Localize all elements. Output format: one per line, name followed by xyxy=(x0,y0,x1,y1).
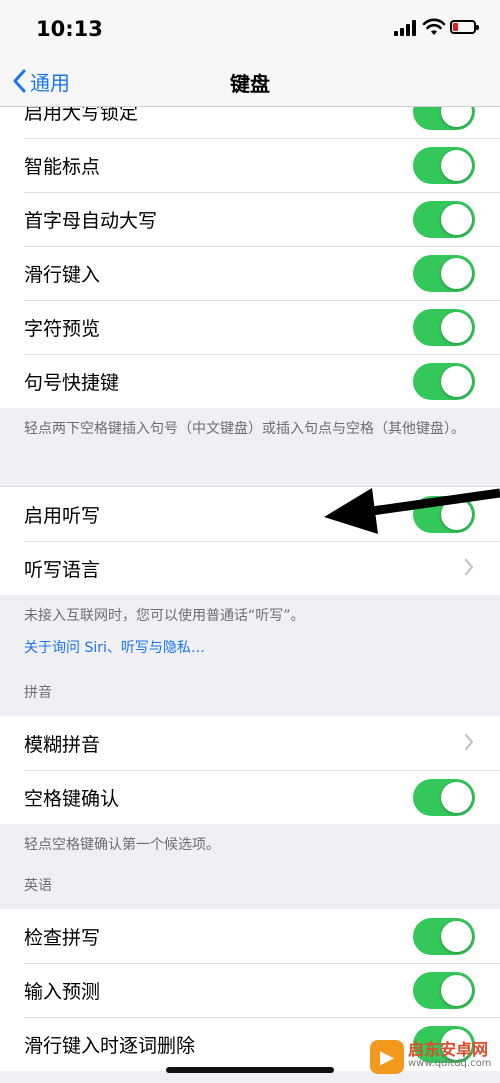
predictive-toggle[interactable] xyxy=(413,972,475,1009)
watermark-icon: ▶ xyxy=(370,1040,404,1074)
row-label: 模糊拼音 xyxy=(24,733,101,756)
dictation-note: 未接入互联网时，您可以使用普通话“听写”。 xyxy=(24,608,305,624)
check-spelling-toggle[interactable] xyxy=(413,918,475,955)
english-section-header: 英语 xyxy=(24,878,52,894)
check-spelling-row: 检查拼写 xyxy=(0,909,500,963)
chevron-right-icon xyxy=(464,733,474,751)
pinyin-group: 模糊拼音 空格键确认 xyxy=(0,716,500,824)
siri-privacy-link[interactable]: 关于询问 Siri、听写与隐私… xyxy=(0,637,500,682)
predictive-row: 输入预测 xyxy=(0,963,500,1017)
watermark-url: www.qdltdq.com xyxy=(408,1058,492,1069)
space-confirm-toggle[interactable] xyxy=(413,779,475,816)
fuzzy-pinyin-row[interactable]: 模糊拼音 xyxy=(0,716,500,770)
space-confirm-row: 空格键确认 xyxy=(0,770,500,824)
annotation-arrow-icon xyxy=(324,488,500,534)
watermark-logo: ▶ 启东安卓网 www.qdltdq.com xyxy=(370,1040,491,1074)
space-confirm-note: 轻点空格键确认第一个候选项。 xyxy=(24,837,220,853)
watermark-name: 启东安卓网 xyxy=(408,1040,489,1059)
home-indicator[interactable] xyxy=(166,1067,334,1073)
pinyin-section-header: 拼音 xyxy=(24,685,52,701)
